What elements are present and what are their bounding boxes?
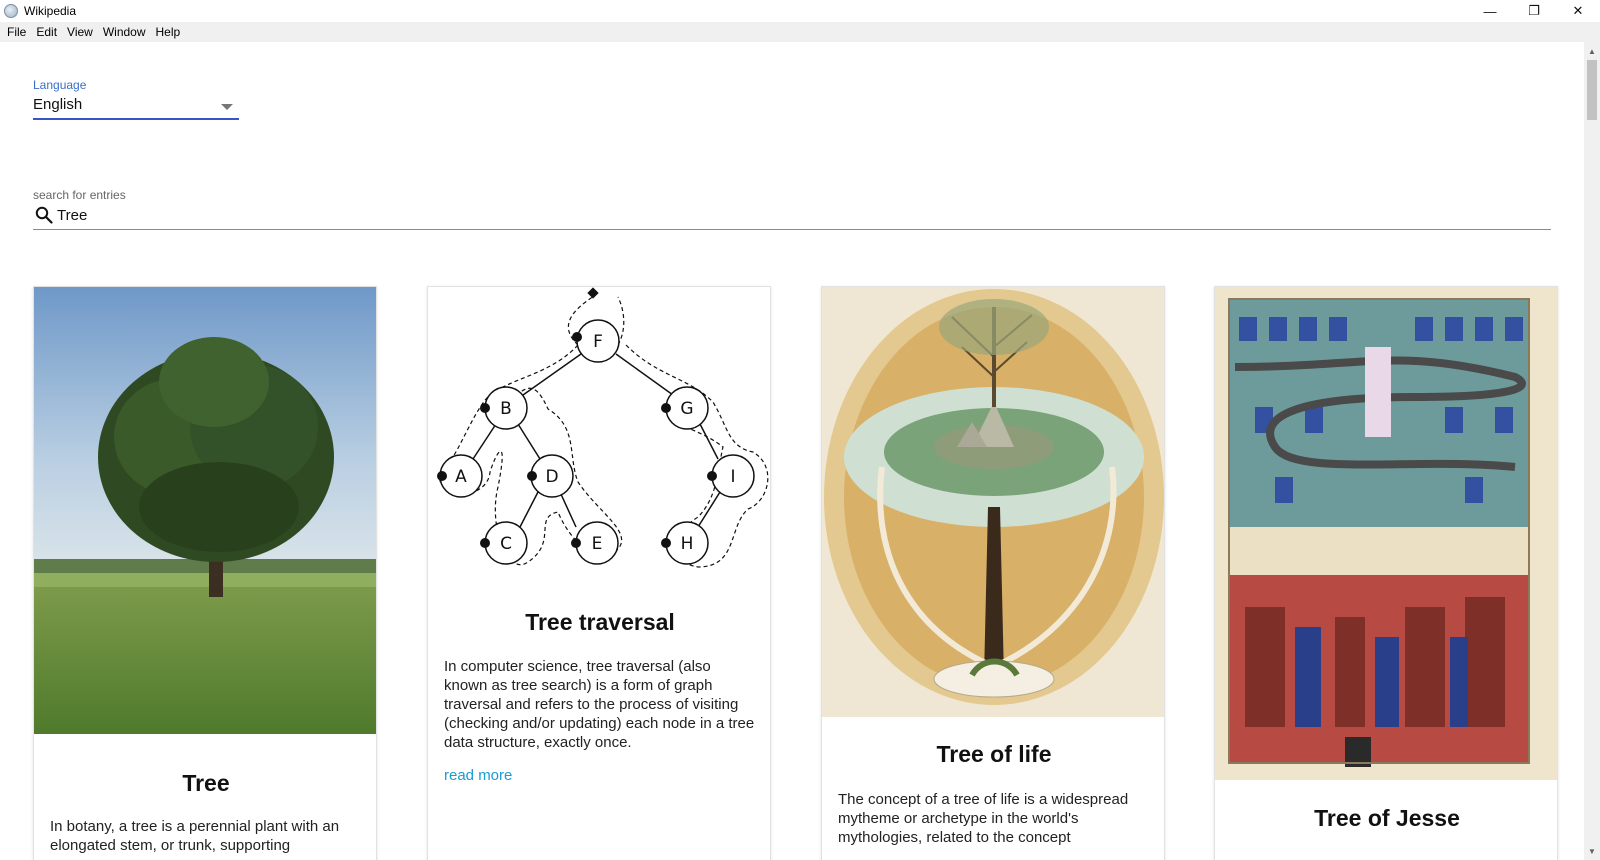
diagram-label-i: I <box>730 467 735 487</box>
search-icon <box>35 206 53 224</box>
card-description: The concept of a tree of life is a wides… <box>838 791 1129 846</box>
diagram-label-b: B <box>500 399 512 419</box>
diagram-label-h: H <box>681 534 694 554</box>
article-card-tree-traversal[interactable]: F B G A D I C E H Tree traversal In comp… <box>427 286 771 860</box>
restore-button[interactable]: ❐ <box>1512 0 1556 22</box>
traversal-diagram: F B G A D I C E H <box>437 287 769 568</box>
read-more-link[interactable]: read more <box>444 767 512 784</box>
card-description: In botany, a tree is a perennial plant w… <box>50 818 340 854</box>
tree-of-life-image <box>822 287 1164 717</box>
tree-of-jesse-manuscript <box>1215 287 1557 780</box>
tree-of-jesse-image <box>1215 287 1557 780</box>
menu-edit[interactable]: Edit <box>31 25 62 39</box>
vertical-scrollbar[interactable]: ▲ ▼ <box>1584 42 1600 860</box>
search-label: search for entries <box>33 188 126 202</box>
language-select[interactable]: English <box>33 94 239 120</box>
card-title: Tree <box>182 770 230 796</box>
minimize-button[interactable]: — <box>1468 0 1512 22</box>
diagram-label-e: E <box>592 534 603 554</box>
tree-photo-image <box>34 287 376 734</box>
language-label: Language <box>33 78 87 92</box>
menu-bar: File Edit View Window Help <box>0 22 1600 42</box>
diagram-label-c: C <box>500 534 512 554</box>
diagram-label-d: D <box>545 467 558 487</box>
tree-traversal-diagram: F B G A D I C E H <box>428 287 770 577</box>
card-description: In computer science, tree traversal (als… <box>444 658 755 751</box>
menu-help[interactable]: Help <box>151 25 186 39</box>
search-input[interactable] <box>57 204 1537 226</box>
tree-of-life-illustration <box>822 287 1164 717</box>
scroll-down-arrow-icon[interactable]: ▼ <box>1584 844 1600 858</box>
menu-view[interactable]: View <box>62 25 98 39</box>
menu-file[interactable]: File <box>2 25 31 39</box>
card-title: Tree of Jesse <box>1314 805 1460 831</box>
main-content: Language English search for entries Tree… <box>0 42 1584 860</box>
close-button[interactable]: ✕ <box>1556 0 1600 22</box>
window-controls: — ❐ ✕ <box>1468 0 1600 22</box>
language-selected-value: English <box>33 96 83 113</box>
article-card-tree-of-life[interactable]: Tree of life The concept of a tree of li… <box>821 286 1165 860</box>
scroll-thumb[interactable] <box>1587 60 1597 120</box>
window-title: Wikipedia <box>24 4 77 18</box>
scroll-up-arrow-icon[interactable]: ▲ <box>1584 44 1600 58</box>
card-title: Tree traversal <box>525 609 675 635</box>
diagram-label-f: F <box>593 332 603 352</box>
minimize-icon: — <box>1483 3 1497 19</box>
dropdown-arrow-icon <box>221 104 233 110</box>
tree-photo <box>34 287 376 734</box>
wikipedia-globe-icon <box>4 4 18 18</box>
diagram-label-g: G <box>680 399 693 419</box>
search-bar <box>33 202 1551 230</box>
article-card-tree-of-jesse[interactable]: Tree of Jesse <box>1214 286 1558 860</box>
diagram-label-a: A <box>455 467 467 487</box>
close-icon: ✕ <box>1572 3 1584 18</box>
menu-window[interactable]: Window <box>98 25 151 39</box>
card-title: Tree of life <box>936 741 1052 767</box>
restore-icon: ❐ <box>1528 3 1540 18</box>
title-bar: Wikipedia — ❐ ✕ <box>0 0 1600 22</box>
article-card-tree[interactable]: Tree In botany, a tree is a perennial pl… <box>33 286 377 860</box>
